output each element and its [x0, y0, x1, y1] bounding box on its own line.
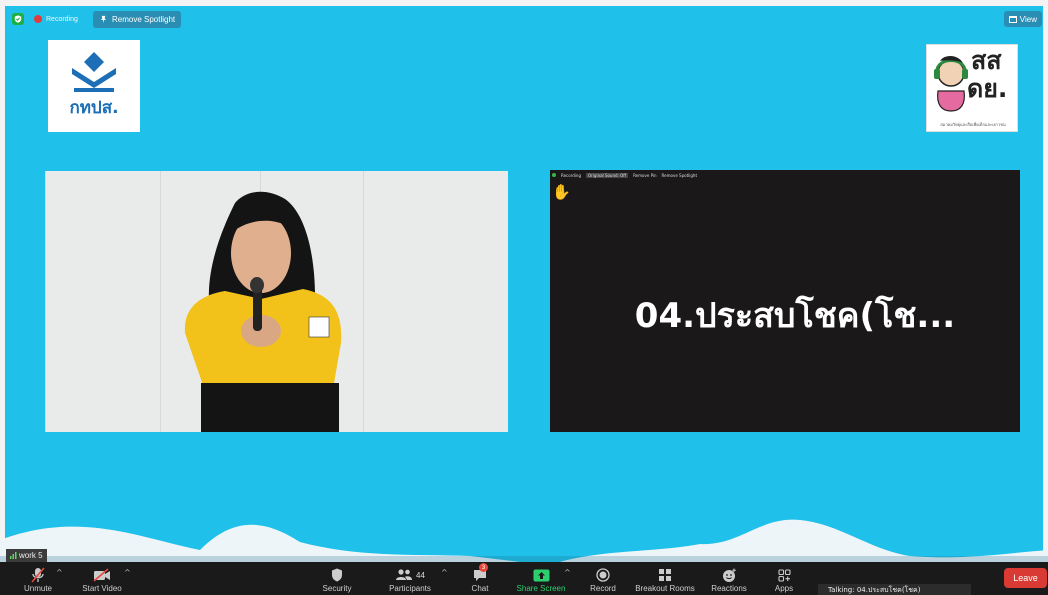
headset-person-icon	[934, 55, 968, 112]
unmute-button[interactable]: Unmute	[18, 562, 58, 595]
mini-shield-icon	[552, 173, 556, 177]
security-shield-icon[interactable]	[12, 13, 24, 25]
record-icon	[596, 568, 610, 582]
view-button[interactable]: View	[1003, 11, 1042, 27]
reactions-button[interactable]: Reactions	[708, 562, 750, 595]
unmute-label: Unmute	[23, 584, 52, 593]
security-button[interactable]: Security	[316, 562, 358, 595]
share-screen-icon	[533, 569, 549, 581]
emoji-plus-icon	[722, 568, 736, 582]
meeting-stage: Recording Remove Spotlight View กทปส. สส…	[0, 0, 1048, 562]
participants-label: Participants	[389, 584, 431, 593]
window-top-edge	[0, 0, 1048, 6]
mini-toolbar-item: Recording	[561, 172, 582, 178]
leave-button[interactable]: Leave	[1004, 568, 1047, 588]
right-logo-caption: สมาคมวิทยุและสื่อเพื่อเด็กและเยาวชน	[940, 122, 1006, 127]
participants-chevron-icon[interactable]: ^	[441, 568, 448, 577]
participants-icon	[396, 569, 413, 580]
share-options-chevron-icon[interactable]: ^	[564, 568, 571, 577]
work-label: work 5	[19, 551, 43, 560]
mini-toolbar-item: Remove Spotlight	[661, 172, 698, 178]
mini-toolbar-item: Remove Pin	[633, 172, 657, 178]
pin-icon	[100, 15, 107, 24]
share-screen-button[interactable]: Share Screen	[514, 562, 568, 595]
remove-spotlight-label: Remove Spotlight	[112, 15, 176, 24]
reactions-label: Reactions	[711, 584, 747, 593]
speaker-person-image	[184, 191, 342, 432]
start-video-button[interactable]: Start Video	[76, 562, 128, 595]
recording-indicator[interactable]: Recording	[34, 11, 78, 27]
grid-view-icon	[1008, 15, 1017, 23]
share-screen-label: Share Screen	[516, 584, 566, 593]
apps-button[interactable]: Apps	[770, 562, 798, 595]
right-logo: สส ดย. สมาคมวิทยุและสื่อเพื่อเด็กและเยาว…	[926, 44, 1018, 132]
participant-count: 44	[416, 570, 425, 580]
view-label: View	[1019, 14, 1037, 24]
video-tile-participant[interactable]: Recording Original Sound: Off Remove Pin…	[550, 170, 1020, 432]
backdrop-panel	[45, 171, 160, 432]
security-label: Security	[322, 584, 352, 593]
video-options-chevron-icon[interactable]: ^	[124, 568, 131, 577]
chat-unread-badge: 3	[479, 563, 488, 572]
connection-status: work 5	[6, 549, 47, 562]
btfp-logo-icon	[72, 51, 116, 92]
breakout-rooms-label: Breakout Rooms	[635, 584, 695, 593]
raised-hand-icon: ✋	[552, 183, 571, 201]
record-button[interactable]: Record	[586, 562, 620, 595]
participant-name: 04.ประสบโชค(โช...	[634, 296, 956, 336]
chat-label: Chat	[471, 584, 489, 593]
talking-indicator: Talking: 04.ประสบโชค(โชค)	[818, 584, 971, 595]
window-right-edge	[1043, 0, 1048, 562]
background-clouds	[0, 519, 1048, 562]
video-tile-speaker[interactable]	[45, 171, 508, 432]
breakout-rooms-button[interactable]: Breakout Rooms	[632, 562, 698, 595]
breakout-rooms-icon	[659, 569, 671, 581]
start-video-label: Start Video	[82, 584, 122, 593]
record-label: Record	[590, 584, 616, 593]
apps-icon	[777, 568, 791, 582]
window-left-edge	[0, 0, 5, 562]
audio-options-chevron-icon[interactable]: ^	[56, 568, 63, 577]
mini-toolbar-item: Original Sound: Off	[586, 172, 629, 178]
left-logo-text: กทปส.	[69, 97, 119, 118]
video-camera-off-icon	[93, 568, 110, 582]
left-logo: กทปส.	[48, 40, 140, 132]
right-logo-line1: สส	[971, 46, 1002, 75]
signal-bars-icon	[10, 552, 17, 559]
participants-button[interactable]: 44 Participants	[384, 562, 436, 595]
recording-dot-icon	[34, 15, 42, 23]
microphone-muted-icon	[31, 567, 45, 583]
chat-button[interactable]: 3 Chat	[466, 562, 494, 595]
backdrop-panel	[363, 171, 508, 432]
shield-icon	[332, 568, 342, 582]
recording-label: Recording	[46, 15, 78, 23]
apps-label: Apps	[774, 584, 794, 593]
shared-mini-toolbar: Recording Original Sound: Off Remove Pin…	[550, 170, 1020, 180]
right-logo-line2: ดย.	[967, 74, 1008, 103]
remove-spotlight-button[interactable]: Remove Spotlight	[93, 11, 182, 28]
